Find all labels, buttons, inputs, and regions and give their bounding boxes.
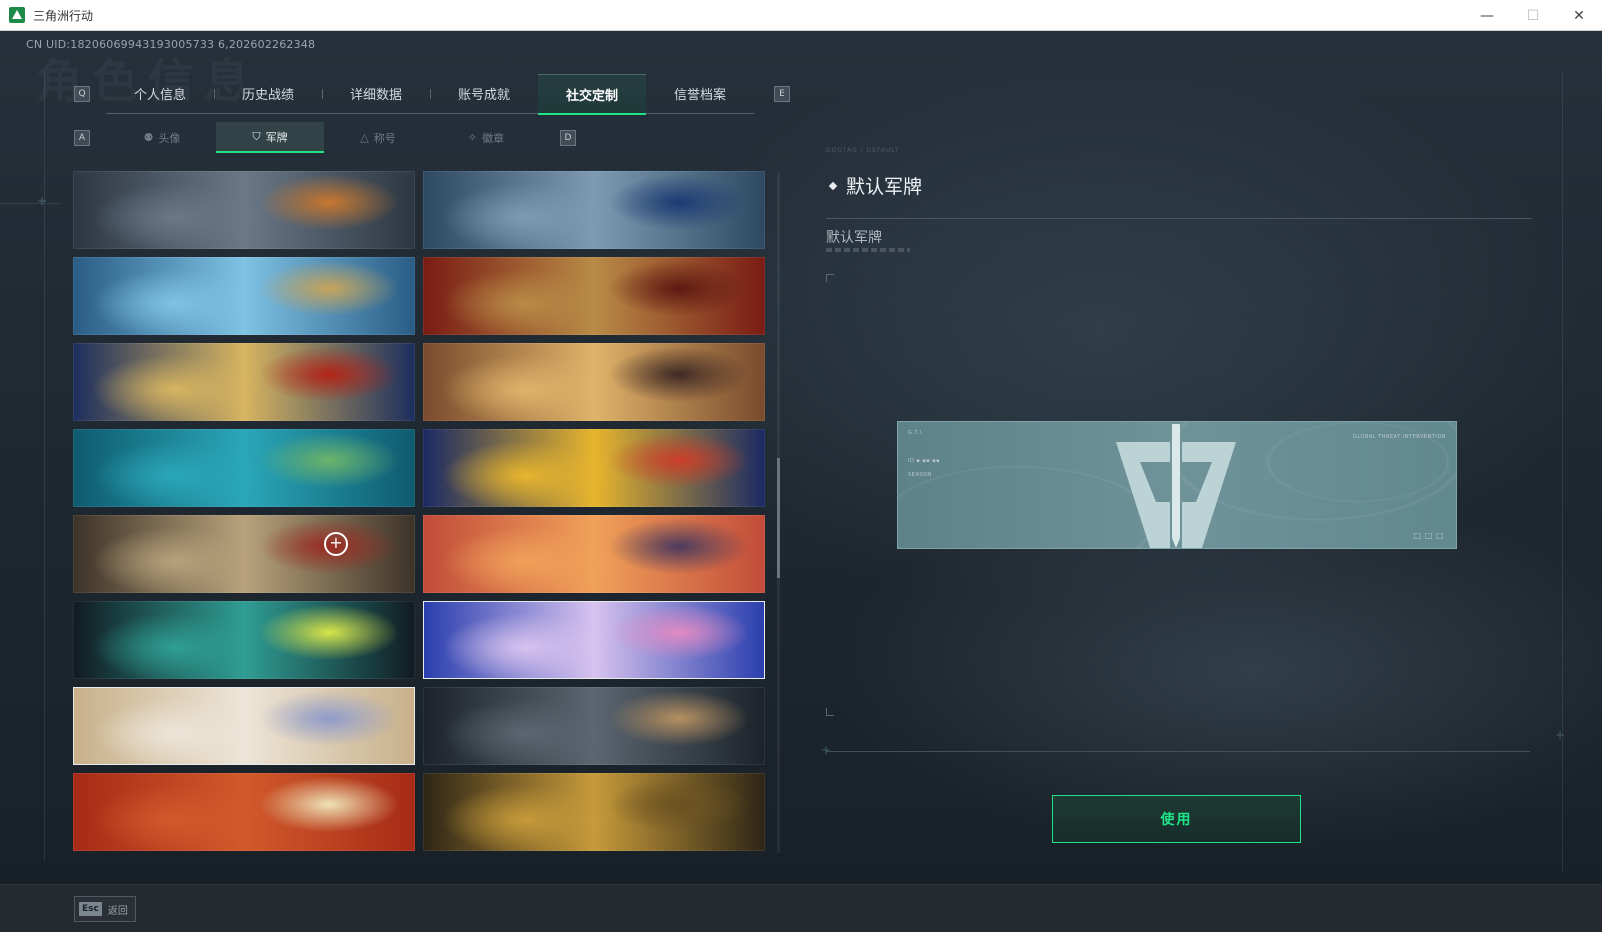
decor-line [0,203,60,204]
tab-social-custom[interactable]: 社交定制 [538,74,646,115]
banner-anime-girl[interactable] [423,601,765,679]
key-hint-a: A [74,130,90,146]
detail-tag: DOGTAG / DEFAULT [826,147,900,154]
use-button[interactable]: 使用 [1052,795,1301,843]
banner-festival-hero[interactable] [423,429,765,507]
game-stage: 角色信息 CN UID:18206069943193005733 6,20260… [0,31,1602,932]
banner-sniper-kitchen[interactable]: + [73,515,415,593]
minimize-button[interactable]: — [1464,0,1510,31]
subtab-avatar[interactable]: ⚉ 头像 [108,122,216,153]
crosshair-icon: + [821,743,832,757]
main-tab-bar: 个人信息 历史战绩 详细数据 账号成就 社交定制 信誉档案 [106,74,754,115]
banner-cartoon-party[interactable] [423,343,765,421]
banner-soldiers-laser[interactable] [73,171,415,249]
banner-tropical-sea[interactable] [73,429,415,507]
decor-line [44,71,45,861]
banner-gold-jewel[interactable] [73,343,415,421]
preview-label: ID ▪ ▪▪ ▪▪ [908,458,941,464]
key-hint-e: E [774,86,790,102]
dogtag-preview: G.T.I. ID ▪ ▪▪ ▪▪ SEASON GLOBAL THREAT I… [897,421,1457,549]
divider [826,751,1530,752]
key-hint-d: D [560,130,576,146]
subtab-label: 称号 [373,131,396,145]
dogtag-name: 默认军牌 [826,230,882,246]
corner-bracket [826,708,834,716]
subtab-dogtag[interactable]: ⛉ 军牌 [216,122,324,153]
preview-label: GLOBAL THREAT INTERVENTION [1353,434,1446,440]
banner-red-roses[interactable] [423,257,765,335]
esc-badge: Esc [79,902,102,916]
banner-naval-base[interactable] [423,171,765,249]
back-label: 返回 [107,905,128,917]
banner-sunset-camp[interactable] [423,515,765,593]
tab-credit-record[interactable]: 信誉档案 [646,74,754,113]
subtab-label: 军牌 [265,130,288,144]
banner-blue-flowers[interactable] [73,257,415,335]
subtab-badge[interactable]: ✧ 徽章 [432,122,540,153]
close-button[interactable]: ✕ [1556,0,1602,31]
tab-detailed-data[interactable]: 详细数据 [322,74,430,113]
back-button[interactable]: Esc 返回 [74,896,136,922]
maximize-button[interactable]: ☐ [1510,0,1556,31]
badge-icon: ✧ [467,131,478,144]
subtab-label: 头像 [158,131,181,145]
detail-title-text: 默认军牌 [846,176,923,198]
dogtag-icon: ⛉ [252,129,261,143]
decor-line [1562,71,1563,871]
zoom-in-icon[interactable]: + [324,532,348,556]
app-logo-icon [9,7,25,23]
corner-bracket [826,274,834,282]
crosshair-icon: + [1555,728,1566,742]
detail-title: 默认军牌 [828,172,923,199]
divider [826,218,1532,219]
esc-key-hint[interactable]: Esc 返回 [74,896,136,922]
banner-dove-wheat[interactable] [73,687,415,765]
tab-personal-info[interactable]: 个人信息 [106,74,214,113]
dogtag-grid: + [73,171,779,854]
subtab-title[interactable]: △ 称号 [324,122,432,153]
window-title: 三角洲行动 [33,8,94,23]
gti-logo-icon [1116,424,1236,548]
window-controls: — ☐ ✕ [1464,0,1602,31]
title-icon: △ [360,131,369,144]
preview-label: G.T.I. [908,430,924,436]
tab-match-history[interactable]: 历史战绩 [214,74,322,113]
diamond-icon [828,181,838,190]
subtab-label: 徽章 [482,131,505,145]
bottom-bar: Esc 返回 [0,884,1602,932]
banner-graffiti[interactable] [73,601,415,679]
tab-achievements[interactable]: 账号成就 [430,74,538,113]
dogtag-subtext [826,248,910,252]
banner-gold-warrior[interactable] [423,773,765,851]
key-hint-q: Q [74,86,90,102]
crosshair-icon: + [37,194,48,208]
window-titlebar: 三角洲行动 — ☐ ✕ [0,0,1602,31]
preview-label: SEASON [908,472,932,478]
sub-tab-bar: ⚉ 头像 ⛉ 军牌 △ 称号 ✧ 徽章 [108,122,540,153]
banner-white-snake[interactable] [73,773,415,851]
preview-label: □ □ □ [1413,531,1444,540]
uid-label: CN UID:18206069943193005733 6,2026022623… [26,38,316,51]
person-icon: ⚉ [143,131,154,144]
grid-scrollbar-thumb[interactable] [777,458,780,578]
banner-soldier-city[interactable] [423,687,765,765]
